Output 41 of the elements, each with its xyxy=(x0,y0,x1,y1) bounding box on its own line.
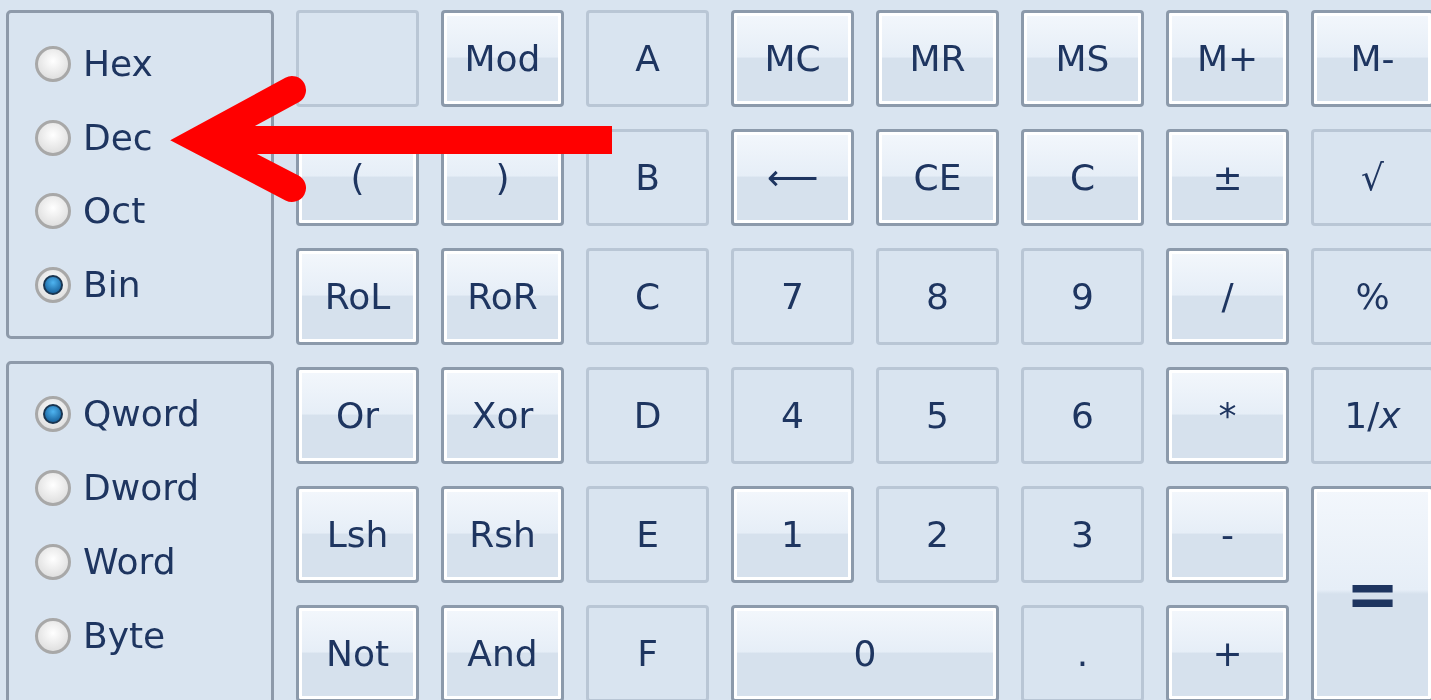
radio-label[interactable]: Byte xyxy=(83,616,166,656)
radio-button[interactable] xyxy=(35,119,71,156)
radio-button[interactable] xyxy=(35,396,71,432)
key-button[interactable]: 0 xyxy=(731,605,999,700)
key-button[interactable]: Xor xyxy=(441,367,564,464)
key-button[interactable]: = xyxy=(1311,486,1431,700)
radio-label[interactable]: Qword xyxy=(83,394,200,434)
key-button[interactable]: C xyxy=(1021,129,1144,226)
key-button[interactable]: 1 xyxy=(731,486,854,583)
key-button[interactable]: RoR xyxy=(441,248,564,345)
key-button[interactable]: RoL xyxy=(296,248,419,345)
radio-label[interactable]: Oct xyxy=(83,191,146,232)
key-button[interactable]: - xyxy=(1166,486,1289,583)
radio-button[interactable] xyxy=(35,470,71,506)
radio-label[interactable]: Dword xyxy=(83,468,200,508)
radio-button[interactable] xyxy=(35,267,71,304)
radio-label[interactable]: Word xyxy=(83,542,176,582)
key-button[interactable]: * xyxy=(1166,367,1289,464)
key-button[interactable]: M- xyxy=(1311,10,1431,107)
radio-button[interactable] xyxy=(35,45,71,82)
key-button[interactable]: / xyxy=(1166,248,1289,345)
key-button[interactable]: ± xyxy=(1166,129,1289,226)
key-button[interactable]: Lsh xyxy=(296,486,419,583)
radio-button[interactable] xyxy=(35,618,71,654)
key-button[interactable]: ⟵ xyxy=(731,129,854,226)
radio-button[interactable] xyxy=(35,193,71,230)
key-button[interactable]: Rsh xyxy=(441,486,564,583)
radio-label[interactable]: Bin xyxy=(83,265,141,306)
radio-button[interactable] xyxy=(35,544,71,580)
key-button[interactable]: MS xyxy=(1021,10,1144,107)
key-button[interactable]: MR xyxy=(876,10,999,107)
radio-label[interactable]: Dec xyxy=(83,117,153,158)
key-button[interactable]: + xyxy=(1166,605,1289,700)
key-button[interactable]: Not xyxy=(296,605,419,700)
key-button[interactable]: Or xyxy=(296,367,419,464)
key-button[interactable]: And xyxy=(441,605,564,700)
radio-label[interactable]: Hex xyxy=(83,43,153,84)
key-button[interactable]: Mod xyxy=(441,10,564,107)
key-button[interactable]: M+ xyxy=(1166,10,1289,107)
key-button[interactable]: CE xyxy=(876,129,999,226)
key-button[interactable]: MC xyxy=(731,10,854,107)
